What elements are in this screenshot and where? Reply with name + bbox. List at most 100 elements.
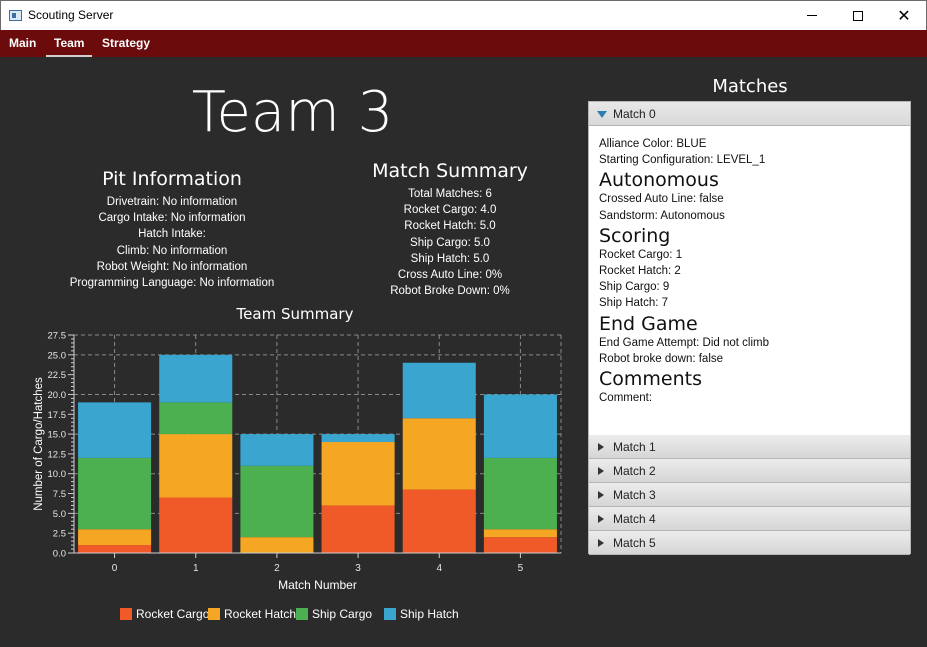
y-axis-label: Number of Cargo/Hatches	[33, 377, 45, 511]
x-tick-label: 1	[193, 563, 199, 574]
menu-item-team[interactable]: Team	[45, 30, 94, 57]
match-0-details: Alliance Color: BLUE Starting Configurat…	[589, 126, 910, 435]
match-4-label: Match 4	[613, 512, 656, 526]
match-1-label: Match 1	[613, 440, 656, 454]
x-axis-label: Match Number	[278, 578, 357, 592]
chevron-right-icon	[598, 491, 604, 499]
match-5-header[interactable]: Match 5	[589, 531, 910, 555]
bar-segment-rocket-cargo	[321, 505, 395, 553]
pit-information: Pit Information Drivetrain: No informati…	[52, 168, 292, 291]
bar-segment-rocket-hatch	[159, 434, 233, 498]
bar-segment-rocket-cargo	[159, 497, 233, 553]
comment: Comment:	[599, 392, 653, 405]
pit-programming-language: Programming Language: No information	[69, 277, 275, 290]
match-3-header[interactable]: Match 3	[589, 483, 910, 507]
alliance-color: Alliance Color: BLUE	[599, 138, 707, 150]
end-game-attempt: End Game Attempt: Did not climb	[599, 336, 770, 349]
y-tick-label: 20.0	[48, 390, 67, 401]
legend-label-rocket-hatch: Rocket Hatch	[224, 607, 297, 621]
match-0-label: Match 0	[613, 107, 656, 121]
bar-segment-rocket-hatch	[78, 529, 152, 546]
summary-cross-auto-line: Cross Auto Line: 0%	[397, 269, 503, 282]
y-tick-label: 5.0	[53, 509, 66, 520]
matches-accordion: Match 0 Alliance Color: BLUE Starting Co…	[588, 101, 911, 555]
summary-robot-broke-down: Robot Broke Down: 0%	[390, 285, 510, 298]
bar-segment-ship-cargo	[240, 465, 314, 538]
chevron-right-icon	[598, 443, 604, 451]
minimize-button[interactable]	[789, 1, 835, 30]
match-summary-heading: Match Summary	[372, 160, 528, 182]
pit-cargo-intake: Cargo Intake: No information	[98, 212, 246, 225]
chevron-right-icon	[598, 539, 604, 547]
legend-item-rocket-cargo: Rocket Cargo	[120, 605, 209, 623]
scoring-heading: Scoring	[599, 224, 671, 247]
bar-segment-ship-hatch	[159, 354, 233, 403]
summary-ship-hatch: Ship Hatch: 5.0	[410, 252, 490, 265]
y-tick-label: 12.5	[48, 449, 67, 460]
legend-swatch-ship-hatch	[384, 608, 396, 620]
x-tick-label: 0	[112, 563, 118, 574]
bar-segment-ship-cargo	[483, 457, 557, 530]
team-summary-chart: 0.0 2.5 5.0 7.5 10.0 12.5 15.0 17.5 20.0 22.5 25.0…	[33, 331, 562, 592]
legend-swatch-rocket-cargo	[120, 608, 132, 620]
legend-swatch-ship-cargo	[296, 608, 308, 620]
summary-total-matches: Total Matches: 6	[408, 188, 492, 200]
pit-information-heading: Pit Information	[102, 168, 242, 190]
y-tick-label: 0.0	[53, 549, 66, 560]
legend-item-ship-cargo: Ship Cargo	[296, 605, 372, 623]
close-icon: ✕	[897, 5, 911, 25]
bar-segment-ship-hatch	[402, 362, 476, 419]
chevron-right-icon	[598, 467, 604, 475]
match-2-header[interactable]: Match 2	[589, 459, 910, 483]
bar-segment-ship-cargo	[159, 402, 233, 435]
bar-segment-ship-cargo	[78, 457, 152, 530]
match-4-header[interactable]: Match 4	[589, 507, 910, 531]
bar-segment-rocket-cargo	[78, 545, 152, 553]
match-0-header[interactable]: Match 0	[589, 102, 910, 126]
bar-segment-rocket-hatch	[483, 529, 557, 538]
scoring-rocket-hatch: Rocket Hatch: 2	[599, 265, 681, 278]
match-2-label: Match 2	[613, 464, 656, 478]
summary-rocket-cargo: Rocket Cargo: 4.0	[403, 204, 497, 217]
menu-item-main[interactable]: Main	[9, 30, 36, 57]
legend-label-rocket-cargo: Rocket Cargo	[136, 607, 210, 621]
x-tick-label: 5	[518, 563, 524, 574]
matches-heading: Matches	[712, 76, 788, 97]
legend-item-rocket-hatch: Rocket Hatch	[208, 605, 296, 623]
menu-item-strategy[interactable]: Strategy	[102, 30, 150, 57]
autonomous-heading: Autonomous	[599, 169, 719, 192]
scoring-ship-hatch: Ship Hatch: 7	[599, 297, 669, 310]
bar-segment-rocket-cargo	[483, 537, 557, 553]
bar-segment-rocket-cargo	[402, 489, 476, 553]
y-tick-label: 17.5	[48, 410, 67, 421]
match-summary: Match Summary Total Matches: 6 Rocket Ca…	[360, 160, 540, 299]
page-title: Team 3	[191, 80, 394, 145]
pit-robot-weight: Robot Weight: No information	[96, 260, 248, 273]
chevron-down-icon	[597, 111, 607, 118]
chart-title: Team Summary	[236, 305, 354, 323]
end-game-heading: End Game	[599, 312, 698, 335]
bar-segment-rocket-hatch	[321, 442, 395, 506]
legend-swatch-rocket-hatch	[208, 608, 220, 620]
window-title-bar: Scouting Server ✕	[0, 0, 927, 30]
bar-segment-rocket-hatch	[402, 418, 476, 490]
bar-segment-rocket-hatch	[240, 537, 314, 553]
y-tick-label: 25.0	[48, 350, 67, 361]
y-tick-label: 10.0	[48, 469, 67, 480]
close-button[interactable]: ✕	[881, 1, 927, 30]
y-tick-label: 27.5	[48, 331, 67, 342]
summary-ship-cargo: Ship Cargo: 5.0	[410, 236, 490, 249]
y-tick-label: 22.5	[48, 370, 67, 381]
comments-heading: Comments	[599, 368, 702, 391]
x-tick-label: 2	[274, 563, 280, 574]
maximize-button[interactable]	[835, 1, 881, 30]
app-icon	[9, 10, 22, 21]
starting-configuration: Starting Configuration: LEVEL_1	[599, 154, 766, 167]
x-tick-label: 3	[355, 563, 361, 574]
match-3-label: Match 3	[613, 488, 656, 502]
scoring-rocket-cargo: Rocket Cargo: 1	[599, 248, 683, 261]
bar-segment-ship-hatch	[321, 434, 395, 443]
pit-climb: Climb: No information	[116, 244, 228, 257]
scoring-ship-cargo: Ship Cargo: 9	[599, 281, 670, 294]
match-1-header[interactable]: Match 1	[589, 435, 910, 459]
